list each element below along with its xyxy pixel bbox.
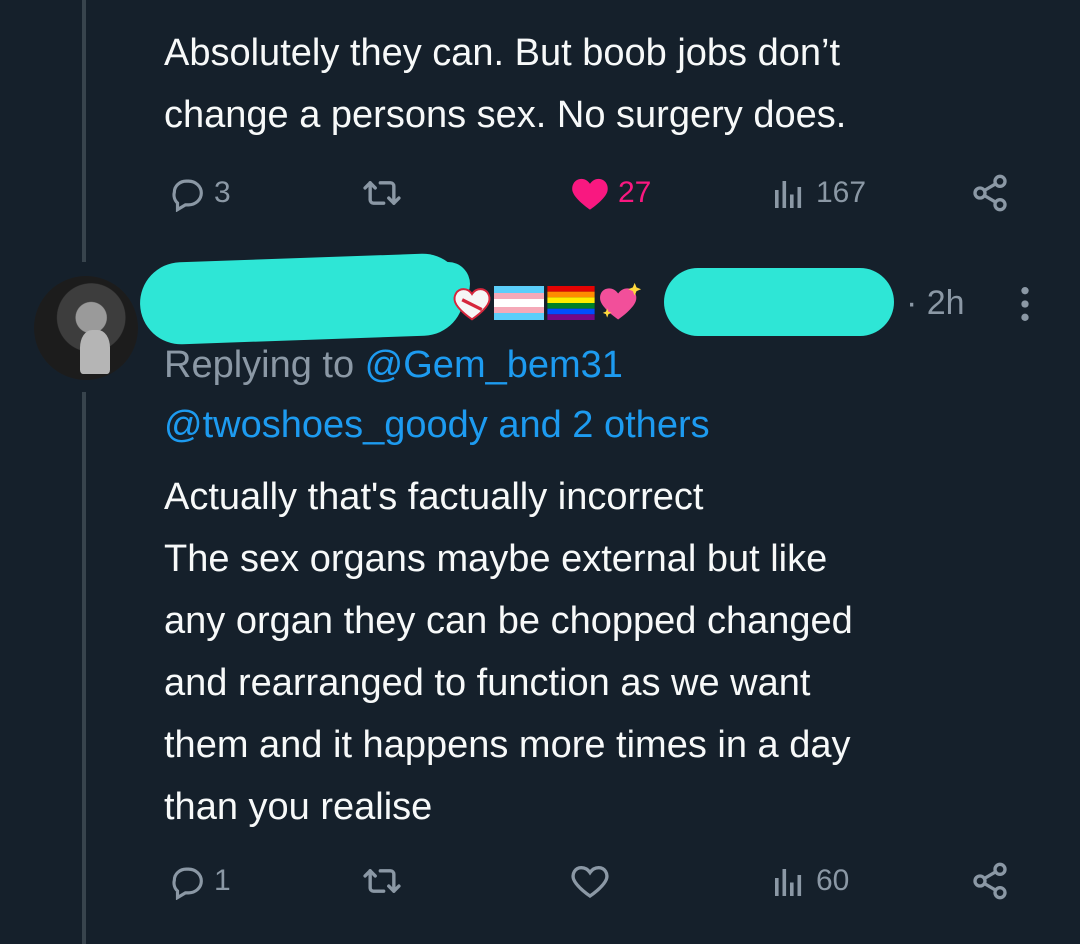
views-button[interactable]: 167 bbox=[772, 168, 866, 218]
display-name-emojis bbox=[452, 282, 642, 324]
tweet-text: Actually that's factually incorrect The … bbox=[164, 476, 853, 828]
tweet-actions: 1 60 bbox=[164, 856, 1024, 906]
views-icon bbox=[775, 869, 802, 896]
rainbow-flag-icon bbox=[547, 286, 595, 320]
reply-count: 3 bbox=[214, 176, 231, 209]
thread-line bbox=[82, 0, 86, 262]
like-icon bbox=[571, 865, 609, 898]
like-count: 27 bbox=[618, 176, 652, 209]
like-button[interactable] bbox=[570, 856, 610, 906]
views-button[interactable]: 60 bbox=[772, 856, 849, 906]
like-button[interactable]: 27 bbox=[570, 168, 651, 218]
share-icon bbox=[973, 174, 1007, 212]
retweet-button[interactable] bbox=[360, 856, 404, 906]
retweet-icon bbox=[363, 869, 401, 893]
reply-button[interactable]: 1 bbox=[168, 856, 231, 906]
tweet-time[interactable]: · 2h bbox=[906, 284, 965, 323]
share-button[interactable] bbox=[970, 168, 1010, 218]
views-count: 167 bbox=[816, 176, 867, 209]
trans-flag-icon bbox=[494, 286, 544, 320]
reply-icon bbox=[172, 867, 203, 900]
sparkling-heart-icon bbox=[600, 282, 642, 320]
mention-link[interactable]: @Gem_bem31 bbox=[365, 344, 623, 386]
more-icon bbox=[1021, 287, 1029, 321]
replying-to: Replying to @Gem_bem31 bbox=[164, 344, 623, 387]
views-count: 60 bbox=[816, 864, 850, 897]
more-button[interactable] bbox=[1014, 284, 1036, 329]
mentions-link[interactable]: @twoshoes_goody and 2 others bbox=[164, 404, 710, 447]
heart-emoji-icon bbox=[453, 288, 491, 321]
reply-icon bbox=[172, 179, 203, 212]
reply-button[interactable]: 3 bbox=[168, 168, 231, 218]
retweet-icon bbox=[363, 181, 401, 205]
redacted-username bbox=[664, 268, 894, 336]
share-button[interactable] bbox=[970, 856, 1010, 906]
views-icon bbox=[775, 181, 802, 208]
share-icon bbox=[973, 862, 1007, 900]
like-icon bbox=[572, 178, 608, 210]
reply-count: 1 bbox=[214, 864, 231, 897]
tweet-text: Absolutely they can. But boob jobs don’t… bbox=[164, 32, 847, 136]
thread-line bbox=[82, 392, 86, 944]
replying-to-prefix: Replying to bbox=[164, 344, 365, 386]
retweet-button[interactable] bbox=[360, 168, 404, 218]
tweet-actions: 3 27 167 bbox=[164, 168, 1024, 218]
avatar[interactable] bbox=[34, 276, 138, 380]
